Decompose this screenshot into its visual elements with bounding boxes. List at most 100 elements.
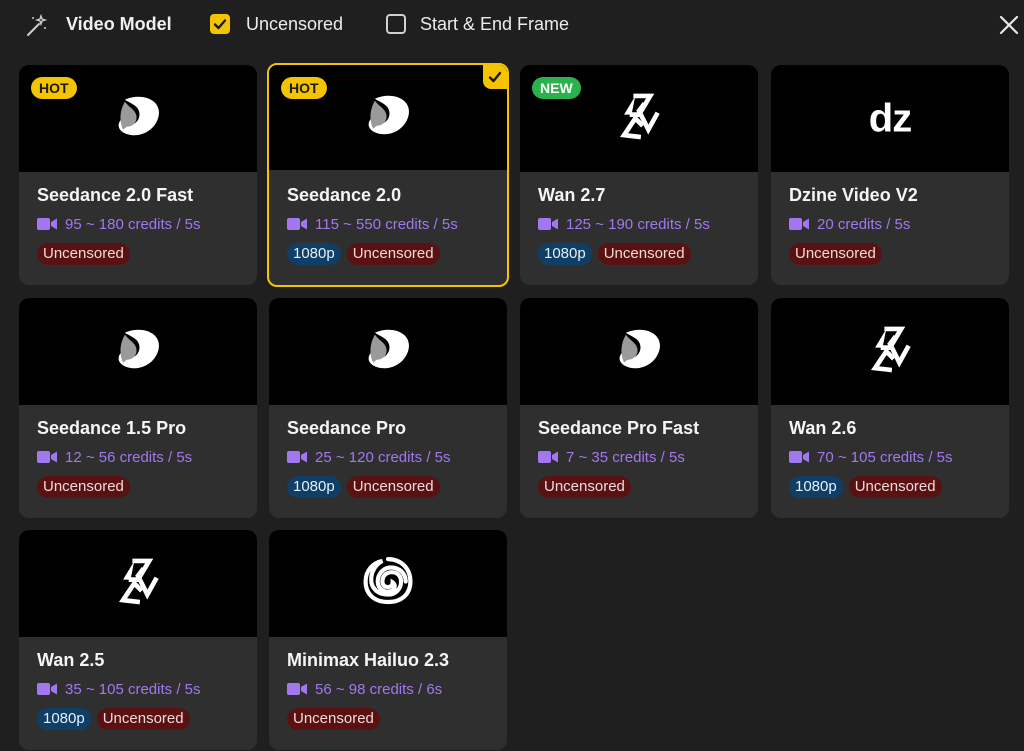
video-camera-icon: [287, 217, 307, 235]
model-tags: 1080p Uncensored: [538, 243, 691, 265]
uncensored-tag: Uncensored: [789, 243, 882, 265]
uncensored-tag: Uncensored: [538, 476, 631, 498]
uncensored-checkbox[interactable]: [210, 14, 230, 34]
model-name: Dzine Video V2: [789, 185, 918, 205]
model-tags: Uncensored: [37, 476, 130, 498]
video-camera-icon: [789, 450, 809, 468]
model-thumbnail: [269, 298, 507, 405]
model-tags: 1080p Uncensored: [37, 708, 190, 730]
wan-logo-icon: [110, 553, 166, 614]
video-camera-icon: [789, 217, 809, 235]
model-credits: 25 ~ 120 credits / 5s: [287, 449, 451, 468]
model-credits: 20 credits / 5s: [789, 216, 910, 235]
selected-check-icon: [483, 65, 507, 89]
model-thumbnail: dz: [771, 65, 1009, 172]
model-tags: Uncensored: [789, 243, 882, 265]
hot-badge: HOT: [31, 77, 77, 99]
model-name: Seedance 1.5 Pro: [37, 418, 187, 438]
model-thumbnail: HOT: [269, 65, 507, 170]
model-name: Seedance Pro Fast: [538, 418, 700, 438]
video-camera-icon: [538, 450, 558, 468]
video-camera-icon: [538, 217, 558, 235]
model-tags: Uncensored: [37, 243, 130, 265]
credits-text: 56 ~ 98 credits / 6s: [315, 681, 443, 698]
model-name: Seedance 2.0: [287, 185, 402, 205]
model-thumbnail: [771, 298, 1009, 405]
model-name: Wan 2.6: [789, 418, 857, 438]
model-card-minimax-hailuo-2-3[interactable]: Minimax Hailuo 2.3 56 ~ 98 credits / 6s Un…: [269, 530, 507, 750]
model-tags: 1080p Uncensored: [287, 476, 440, 498]
credits-text: 70 ~ 105 credits / 5s: [817, 449, 953, 466]
hailuo-logo-icon: [360, 553, 416, 614]
model-card-wan-2-6[interactable]: Wan 2.6 70 ~ 105 credits / 5s 1080p Uncenso…: [771, 298, 1009, 518]
model-credits: 95 ~ 180 credits / 5s: [37, 216, 201, 235]
modal-header: Video Model Uncensored Start & End Frame: [0, 0, 1024, 52]
video-camera-icon: [287, 450, 307, 468]
uncensored-tag: Uncensored: [287, 708, 380, 730]
video-camera-icon: [37, 682, 57, 700]
hot-badge: HOT: [281, 77, 327, 99]
model-card-wan-2-5[interactable]: Wan 2.5 35 ~ 105 credits / 5s 1080p Uncenso…: [19, 530, 257, 750]
uncensored-tag: Uncensored: [597, 243, 691, 265]
start-end-frame-checkbox[interactable]: [386, 14, 406, 34]
model-tags: 1080p Uncensored: [789, 476, 942, 498]
credits-text: 25 ~ 120 credits / 5s: [315, 449, 451, 466]
credits-text: 35 ~ 105 credits / 5s: [65, 681, 201, 698]
checkmark-icon: [213, 19, 227, 30]
resolution-tag: 1080p: [37, 708, 91, 730]
model-card-seedance-2-0-fast[interactable]: HOT Seedance 2.0 Fast 95 ~ 180 credits / 5…: [19, 65, 257, 285]
video-camera-icon: [37, 217, 57, 235]
model-thumbnail: [269, 530, 507, 637]
uncensored-tag: Uncensored: [96, 708, 190, 730]
seedance-logo-icon: [611, 321, 667, 382]
video-camera-icon: [287, 682, 307, 700]
uncensored-tag: Uncensored: [37, 476, 130, 498]
resolution-tag: 1080p: [538, 243, 592, 265]
model-thumbnail: NEW: [520, 65, 758, 172]
model-card-seedance-pro[interactable]: Seedance Pro 25 ~ 120 credits / 5s 1080p Un…: [269, 298, 507, 518]
model-thumbnail: [520, 298, 758, 405]
model-name: Wan 2.5: [37, 650, 105, 670]
new-badge: NEW: [532, 77, 581, 99]
seedance-logo-icon: [110, 321, 166, 382]
model-tags: Uncensored: [538, 476, 631, 498]
resolution-tag: 1080p: [789, 476, 843, 498]
model-credits: 125 ~ 190 credits / 5s: [538, 216, 710, 235]
modal-title: Video Model: [66, 14, 172, 34]
credits-text: 7 ~ 35 credits / 5s: [566, 449, 685, 466]
wan-logo-icon: [862, 321, 918, 382]
start-end-frame-label[interactable]: Start & End Frame: [420, 14, 569, 35]
credits-text: 95 ~ 180 credits / 5s: [65, 216, 201, 233]
uncensored-checkbox-label[interactable]: Uncensored: [246, 14, 343, 35]
model-card-seedance-1-5-pro[interactable]: Seedance 1.5 Pro 12 ~ 56 credits / 5s Unce…: [19, 298, 257, 518]
model-credits: 56 ~ 98 credits / 6s: [287, 681, 442, 700]
model-name: Seedance 2.0 Fast: [37, 185, 194, 205]
video-camera-icon: [37, 450, 57, 468]
resolution-tag: 1080p: [287, 243, 341, 265]
model-card-seedance-pro-fast[interactable]: Seedance Pro Fast 7 ~ 35 credits / 5s Unce…: [520, 298, 758, 518]
model-credits: 115 ~ 550 credits / 5s: [287, 216, 458, 235]
model-credits: 70 ~ 105 credits / 5s: [789, 449, 953, 468]
model-credits: 12 ~ 56 credits / 5s: [37, 449, 192, 468]
model-thumbnail: [19, 530, 257, 637]
magic-wand-icon: [27, 14, 48, 36]
model-name: Minimax Hailuo 2.3: [287, 650, 450, 670]
credits-text: 125 ~ 190 credits / 5s: [566, 216, 710, 233]
model-tags: 1080p Uncensored: [287, 243, 440, 265]
uncensored-tag: Uncensored: [848, 476, 942, 498]
wan-logo-icon: [611, 88, 667, 149]
seedance-logo-icon: [360, 87, 416, 148]
seedance-logo-icon: [360, 321, 416, 382]
credits-text: 12 ~ 56 credits / 5s: [65, 449, 193, 466]
uncensored-tag: Uncensored: [37, 243, 130, 265]
model-thumbnail: [19, 298, 257, 405]
close-icon[interactable]: [996, 12, 1022, 38]
credits-text: 115 ~ 550 credits / 5s: [315, 216, 458, 233]
model-card-wan-2-7[interactable]: NEW Wan 2.7 125 ~ 190 credits / 5s 1080p Unc…: [520, 65, 758, 285]
seedance-logo-icon: [110, 88, 166, 149]
model-card-seedance-2-0[interactable]: HOT Seedance 2.0 115 ~ 550 credits / 5s 108…: [267, 63, 509, 287]
model-card-dzine-video-v2[interactable]: dz Dzine Video V2 20 credits / 5s Uncensore…: [771, 65, 1009, 285]
model-credits: 7 ~ 35 credits / 5s: [538, 449, 685, 468]
uncensored-tag: Uncensored: [346, 243, 440, 265]
uncensored-tag: Uncensored: [346, 476, 440, 498]
